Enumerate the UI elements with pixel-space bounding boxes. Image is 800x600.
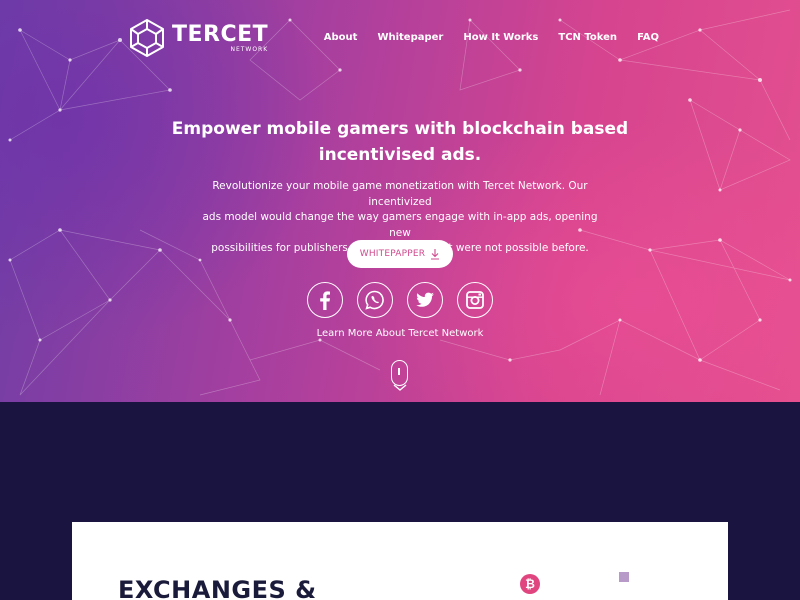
brand-subtitle: NETWORK (230, 45, 269, 53)
whatsapp-link[interactable] (357, 282, 393, 318)
headline-line-1: Empower mobile gamers with blockchain ba… (171, 119, 629, 139)
nav-link-whitepaper[interactable]: Whitepaper (377, 32, 443, 43)
exchanges-card: EXCHANGES & ₿ (72, 522, 728, 600)
brand-name: TERCET (172, 21, 269, 47)
hero-headline: Empower mobile gamers with blockchain ba… (150, 116, 650, 168)
whatsapp-icon (365, 290, 384, 310)
download-icon (431, 248, 440, 260)
social-links (307, 282, 493, 318)
cube-logo-icon (130, 19, 164, 57)
tercet-logo[interactable]: TERCET NETWORK (128, 18, 268, 58)
decorative-square (619, 572, 629, 582)
learn-more-link[interactable]: Learn More About Tercet Network (250, 328, 550, 339)
hero-section: TERCET NETWORK About Whitepaper How It W… (0, 0, 800, 402)
twitter-link[interactable] (407, 282, 443, 318)
chevron-down-icon[interactable] (393, 384, 407, 392)
twitter-icon (416, 292, 434, 307)
nav-link-tcn-token[interactable]: TCN Token (558, 32, 617, 43)
headline-line-2: incentivised ads. (318, 145, 482, 165)
facebook-link[interactable] (307, 282, 343, 318)
nav-link-how-it-works[interactable]: How It Works (463, 32, 538, 43)
nav-link-faq[interactable]: FAQ (637, 32, 659, 43)
facebook-icon (320, 291, 330, 310)
bitcoin-icon: ₿ (520, 574, 540, 594)
lead-line-1: Revolutionize your mobile game monetizat… (212, 180, 588, 208)
whitepaper-button-label: WHITEPAPPER (359, 249, 426, 259)
instagram-link[interactable] (457, 282, 493, 318)
scroll-mouse-icon[interactable] (391, 360, 408, 386)
main-nav: About Whitepaper How It Works TCN Token … (304, 32, 659, 43)
exchanges-title: EXCHANGES & (118, 576, 317, 600)
nav-link-about[interactable]: About (324, 32, 358, 43)
lead-line-2: ads model would change the way gamers en… (202, 211, 598, 239)
whitepaper-button[interactable]: WHITEPAPPER (347, 240, 453, 268)
instagram-icon (466, 291, 484, 309)
